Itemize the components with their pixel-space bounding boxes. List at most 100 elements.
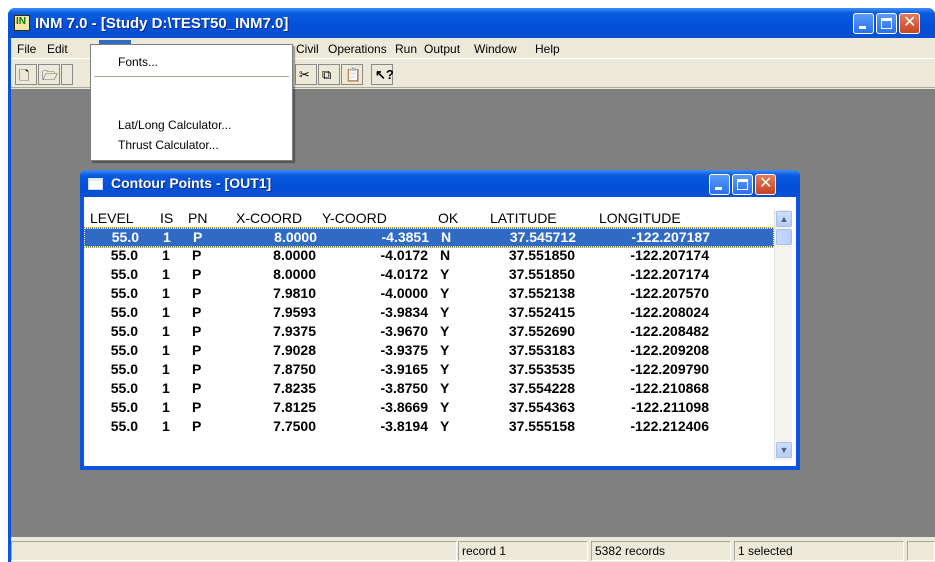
table-row-selected[interactable]: 55.0 1 P 8.0000 -4.3851 N 37.545712 -122.207187 <box>84 227 775 248</box>
cell-x-coord: 7.9375 <box>273 323 316 339</box>
copy-button[interactable]: ⧉ <box>318 64 340 85</box>
contour-points-list[interactable]: LEVEL IS PN X-COORD Y-COORD OK LATITUDE … <box>84 197 796 466</box>
open-button[interactable]: 🗁 <box>38 64 60 85</box>
menu-item-thrust-calculator[interactable]: Thrust Calculator... <box>91 135 292 155</box>
cell-is: 1 <box>162 266 170 282</box>
cell-latitude: 37.551850 <box>508 247 575 263</box>
cell-y-coord: -4.0172 <box>380 266 428 282</box>
scroll-up-button[interactable]: ▲ <box>776 211 792 227</box>
cell-y-coord: -3.8669 <box>380 399 428 415</box>
table-row[interactable]: 55.0 1 P 7.7500 -3.8194 Y 37.555158 -122.212406 <box>84 418 774 437</box>
cell-y-coord: -3.9375 <box>380 342 428 358</box>
menu-edit[interactable]: Edit <box>44 40 71 57</box>
cell-latitude: 37.554363 <box>508 399 575 415</box>
menu-output[interactable]: Output <box>421 40 463 57</box>
cell-ok: Y <box>440 323 450 339</box>
title-bar[interactable]: IN INM 7.0 - [Study D:\TEST50_INM7.0] ✕ <box>8 8 935 38</box>
copy-icon: ⧉ <box>322 67 332 82</box>
menu-item-fonts[interactable]: Fonts... <box>91 52 292 72</box>
table-row[interactable]: 55.0 1 P 7.8750 -3.9165 Y 37.553535 -122.209790 <box>84 361 774 380</box>
cell-ok: Y <box>440 266 450 282</box>
cell-pn: P <box>192 266 202 282</box>
status-selected: 1 selected <box>734 541 904 561</box>
menu-help[interactable]: Help <box>532 40 563 57</box>
cell-is: 1 <box>162 304 170 320</box>
cell-is: 1 <box>162 323 170 339</box>
cell-x-coord: 7.8125 <box>273 399 316 415</box>
menu-item-latlong-calculator[interactable]: Lat/Long Calculator... <box>91 115 292 135</box>
cell-latitude: 37.554228 <box>508 380 575 396</box>
cell-is: 1 <box>162 399 170 415</box>
cell-pn: P <box>192 247 202 263</box>
cell-ok: Y <box>440 285 450 301</box>
cell-ok: Y <box>440 342 450 358</box>
cell-x-coord: 7.9810 <box>273 285 316 301</box>
cell-longitude: -122.211098 <box>631 399 709 415</box>
table-row[interactable]: 55.0 1 P 7.9375 -3.9670 Y 37.552690 -122.208482 <box>84 323 774 342</box>
open-folder-icon: 🗁 <box>42 68 59 83</box>
table-row[interactable]: 55.0 1 P 7.8125 -3.8669 Y 37.554363 -122.211098 <box>84 399 774 418</box>
cell-ok: Y <box>440 361 450 377</box>
window-title: INM 7.0 - [Study D:\TEST50_INM7.0] <box>35 15 289 32</box>
scroll-thumb[interactable] <box>776 229 792 245</box>
table-row[interactable]: 55.0 1 P 7.8235 -3.8750 Y 37.554228 -122.210868 <box>84 380 774 399</box>
cell-longitude: -122.207187 <box>631 229 710 245</box>
menu-file[interactable]: File <box>14 40 39 57</box>
cell-x-coord: 8.0000 <box>273 247 316 263</box>
context-help-icon: ↖? <box>375 67 394 82</box>
table-row[interactable]: 55.0 1 P 8.0000 -4.0172 Y 37.551850 -122.207174 <box>84 266 774 285</box>
cell-y-coord: -4.3851 <box>381 229 429 245</box>
paste-button[interactable]: 📋 <box>341 64 363 85</box>
cell-is: 1 <box>162 380 170 396</box>
menu-operations[interactable]: Operations <box>325 40 390 57</box>
cell-level: 55.0 <box>110 247 138 263</box>
cut-button[interactable]: ✂ <box>295 64 317 85</box>
cell-longitude: -122.207174 <box>630 266 709 282</box>
table-header: LEVEL IS PN X-COORD Y-COORD OK LATITUDE … <box>84 210 774 228</box>
cell-longitude: -122.208024 <box>630 304 709 320</box>
close-icon: ✕ <box>903 12 917 31</box>
cell-pn: P <box>192 399 202 415</box>
menu-civil[interactable]: Civil <box>293 40 322 57</box>
cell-latitude: 37.551850 <box>508 266 575 282</box>
new-file-button[interactable]: 🗋 <box>15 64 37 85</box>
cell-ok: N <box>441 229 452 245</box>
maximize-icon <box>881 18 892 29</box>
close-button[interactable]: ✕ <box>899 12 920 34</box>
table-row[interactable]: 55.0 1 P 7.9028 -3.9375 Y 37.553183 -122.209208 <box>84 342 774 361</box>
table-row[interactable]: 55.0 1 P 8.0000 -4.0172 N 37.551850 -122.207174 <box>84 247 774 266</box>
scroll-down-button[interactable]: ▼ <box>776 442 792 458</box>
status-bar: record 1 5382 records 1 selected <box>11 537 935 562</box>
context-help-button[interactable]: ↖? <box>371 64 394 85</box>
cell-pn: P <box>192 380 202 396</box>
menu-window[interactable]: Window <box>471 40 520 57</box>
maximize-button[interactable] <box>876 13 897 34</box>
window-icon[interactable] <box>88 178 103 190</box>
child-title-bar[interactable]: Contour Points - [OUT1] ✕ <box>80 170 800 197</box>
cell-longitude: -122.208482 <box>630 323 709 339</box>
minimize-button[interactable] <box>853 13 874 34</box>
child-maximize-button[interactable] <box>732 174 753 195</box>
save-button[interactable] <box>61 64 73 85</box>
cell-ok: Y <box>440 304 450 320</box>
scroll-down-icon: ▼ <box>779 445 789 455</box>
cell-x-coord: 7.9028 <box>273 342 316 358</box>
table-row[interactable]: 55.0 1 P 7.9593 -3.9834 Y 37.552415 -122.208024 <box>84 304 774 323</box>
table-row[interactable]: 55.0 1 P 7.9810 -4.0000 Y 37.552138 -122.207570 <box>84 285 774 304</box>
app-icon[interactable]: IN <box>14 15 30 31</box>
header-ok: OK <box>438 210 459 226</box>
vertical-scrollbar[interactable]: ▲ ▼ <box>774 210 792 460</box>
cell-y-coord: -4.0172 <box>380 247 428 263</box>
cell-level: 55.0 <box>110 285 138 301</box>
child-close-button[interactable]: ✕ <box>755 173 776 195</box>
header-longitude: LONGITUDE <box>599 210 681 226</box>
cell-longitude: -122.207174 <box>630 247 709 263</box>
cell-level: 55.0 <box>111 229 139 245</box>
child-minimize-button[interactable] <box>709 174 730 195</box>
minimize-icon <box>859 26 866 29</box>
status-record: record 1 <box>458 541 588 561</box>
menu-run[interactable]: Run <box>392 40 420 57</box>
cell-latitude: 37.555158 <box>508 418 575 434</box>
cell-latitude: 37.552690 <box>508 323 575 339</box>
child-window-title: Contour Points - [OUT1] <box>111 175 272 191</box>
